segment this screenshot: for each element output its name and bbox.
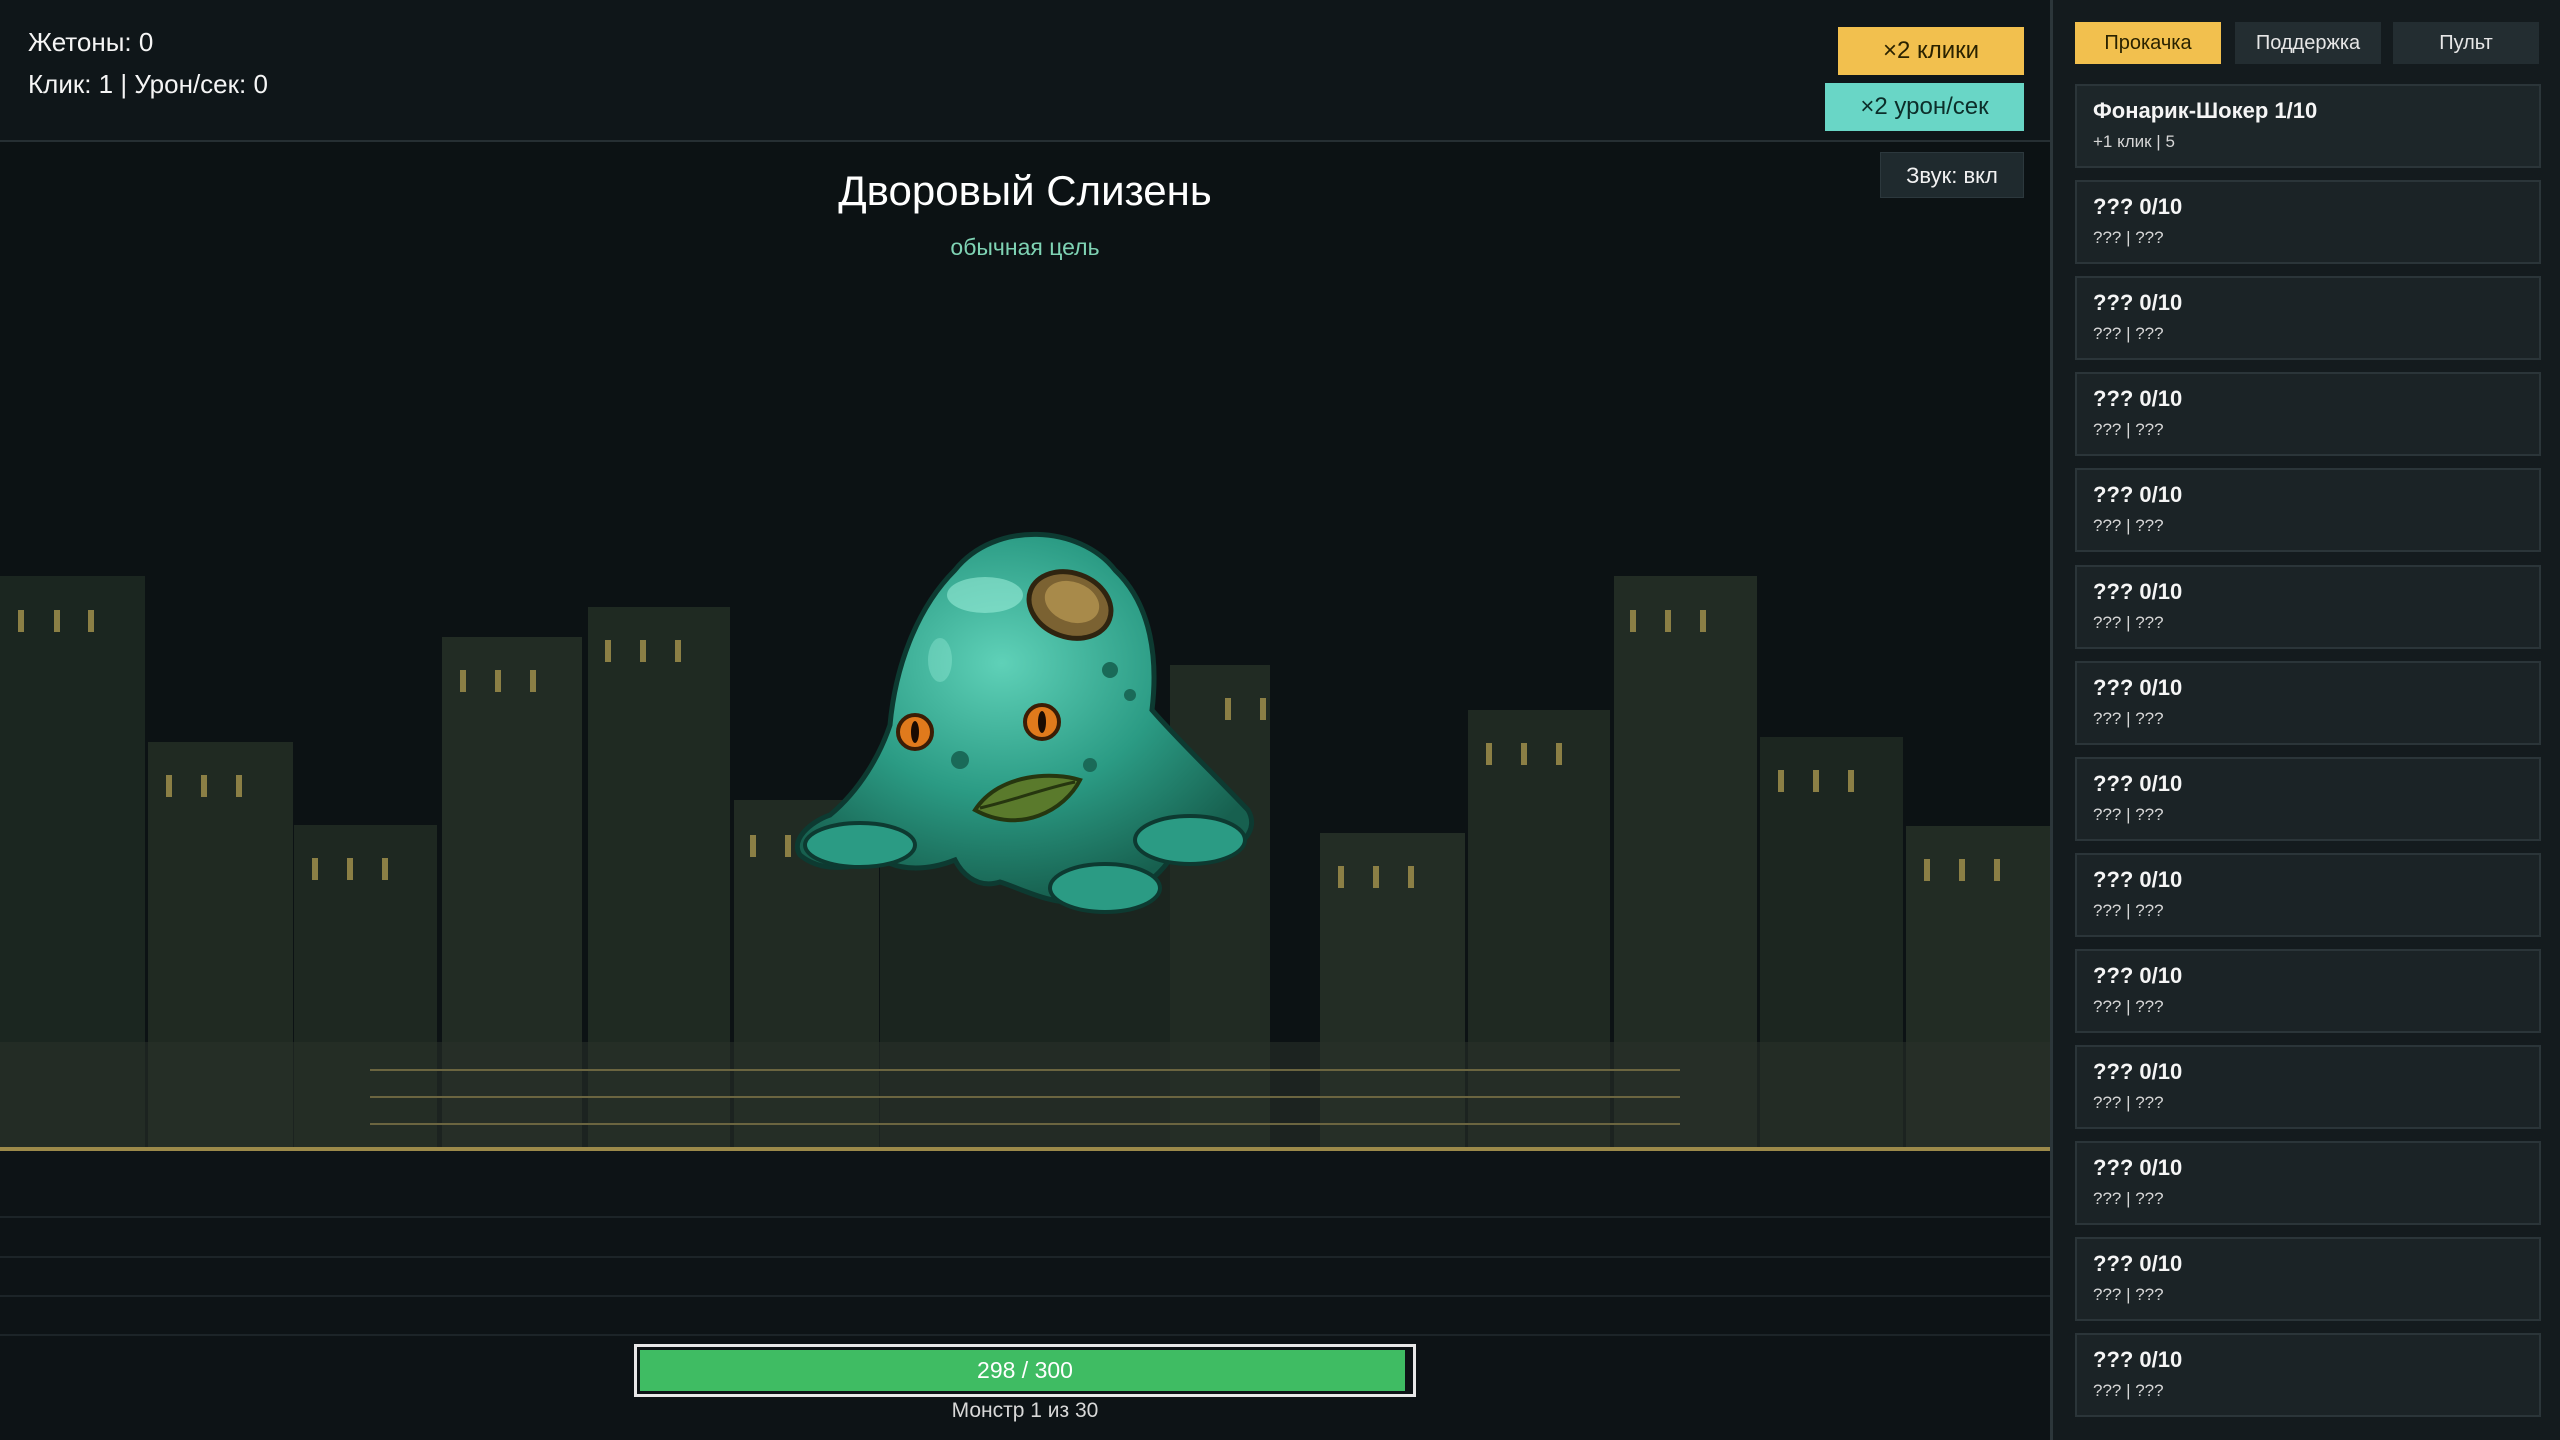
slime-monster[interactable] [780, 510, 1280, 930]
upgrade-description: ??? | ??? [2093, 1189, 2164, 1208]
upgrade-card[interactable]: ??? 0/10 ??? | ??? [2075, 661, 2541, 745]
upgrade-name: ??? 0/10 [2093, 386, 2183, 411]
upgrade-card[interactable]: ??? 0/10 ??? | ??? [2075, 180, 2541, 264]
upgrade-name: ??? 0/10 [2093, 963, 2183, 988]
x2-clicks-button[interactable]: ×2 клики [1838, 27, 2024, 75]
upgrade-description: ??? | ??? [2093, 516, 2164, 535]
upgrade-name: ??? 0/10 [2093, 771, 2183, 796]
upgrade-card[interactable]: ??? 0/10 ??? | ??? [2075, 1237, 2541, 1321]
monster-counter: Монстр 1 из 30 [951, 1399, 1099, 1422]
upgrade-description: ??? | ??? [2093, 1285, 2164, 1304]
tab-upgrades[interactable]: Прокачка [2075, 22, 2221, 64]
upgrade-description: +1 клик | 5 [2093, 132, 2175, 151]
upgrade-description: ??? | ??? [2093, 901, 2164, 920]
game-area: Жетоны: 0 Клик: 1 | Урон/сек: 0 ×2 клики… [0, 0, 2050, 1440]
upgrade-description: ??? | ??? [2093, 324, 2164, 343]
upgrade-card[interactable]: ??? 0/10 ??? | ??? [2075, 1045, 2541, 1129]
upgrade-description: ??? | ??? [2093, 613, 2164, 632]
street-line [0, 1295, 2050, 1297]
monster-type: обычная цель [950, 234, 1100, 260]
tokens-counter: Жетоны: 0 [28, 27, 154, 57]
upgrade-card[interactable]: ??? 0/10 ??? | ??? [2075, 565, 2541, 649]
street-line [0, 1256, 2050, 1258]
upgrade-card[interactable]: Фонарик-Шокер 1/10 +1 клик | 5 [2075, 84, 2541, 168]
upgrade-panel: Прокачка Поддержка Пульт Фонарик-Шокер 1… [2050, 0, 2560, 1440]
monster-name: Дворовый Слизень [838, 167, 1212, 214]
top-hud: Жетоны: 0 Клик: 1 | Урон/сек: 0 ×2 клики… [0, 0, 2050, 142]
upgrade-card[interactable]: ??? 0/10 ??? | ??? [2075, 372, 2541, 456]
upgrade-card[interactable]: ??? 0/10 ??? | ??? [2075, 853, 2541, 937]
upgrade-description: ??? | ??? [2093, 805, 2164, 824]
hp-text: 298 / 300 [977, 1357, 1073, 1383]
upgrade-description: ??? | ??? [2093, 709, 2164, 728]
tab-support[interactable]: Поддержка [2235, 22, 2381, 64]
upgrade-description: ??? | ??? [2093, 1093, 2164, 1112]
upgrade-description: ??? | ??? [2093, 228, 2164, 247]
hp-bar: 298 / 300 [634, 1344, 1416, 1397]
upgrade-name: ??? 0/10 [2093, 194, 2183, 219]
tab-remote[interactable]: Пульт [2393, 22, 2539, 64]
street-line [0, 1216, 2050, 1218]
upgrade-name: ??? 0/10 [2093, 579, 2183, 604]
upgrade-name: Фонарик-Шокер 1/10 [2093, 98, 2318, 123]
upgrade-description: ??? | ??? [2093, 997, 2164, 1016]
panel-tabs: Прокачка Поддержка Пульт [2075, 22, 2545, 66]
upgrade-name: ??? 0/10 [2093, 1347, 2183, 1372]
click-dps-stats: Клик: 1 | Урон/сек: 0 [28, 69, 268, 99]
upgrade-name: ??? 0/10 [2093, 482, 2183, 507]
upgrade-name: ??? 0/10 [2093, 1059, 2183, 1084]
upgrade-description: ??? | ??? [2093, 1381, 2164, 1400]
upgrade-name: ??? 0/10 [2093, 1155, 2183, 1180]
upgrade-card[interactable]: ??? 0/10 ??? | ??? [2075, 276, 2541, 360]
upgrade-card[interactable]: ??? 0/10 ??? | ??? [2075, 1141, 2541, 1225]
upgrade-card[interactable]: ??? 0/10 ??? | ??? [2075, 1333, 2541, 1417]
upgrade-name: ??? 0/10 [2093, 675, 2183, 700]
upgrade-name: ??? 0/10 [2093, 867, 2183, 892]
upgrade-card[interactable]: ??? 0/10 ??? | ??? [2075, 757, 2541, 841]
upgrade-description: ??? | ??? [2093, 420, 2164, 439]
x2-dps-button[interactable]: ×2 урон/сек [1825, 83, 2024, 131]
street-line [0, 1334, 2050, 1336]
upgrade-name: ??? 0/10 [2093, 1251, 2183, 1276]
upgrade-name: ??? 0/10 [2093, 290, 2183, 315]
upgrade-card[interactable]: ??? 0/10 ??? | ??? [2075, 949, 2541, 1033]
upgrade-card[interactable]: ??? 0/10 ??? | ??? [2075, 468, 2541, 552]
